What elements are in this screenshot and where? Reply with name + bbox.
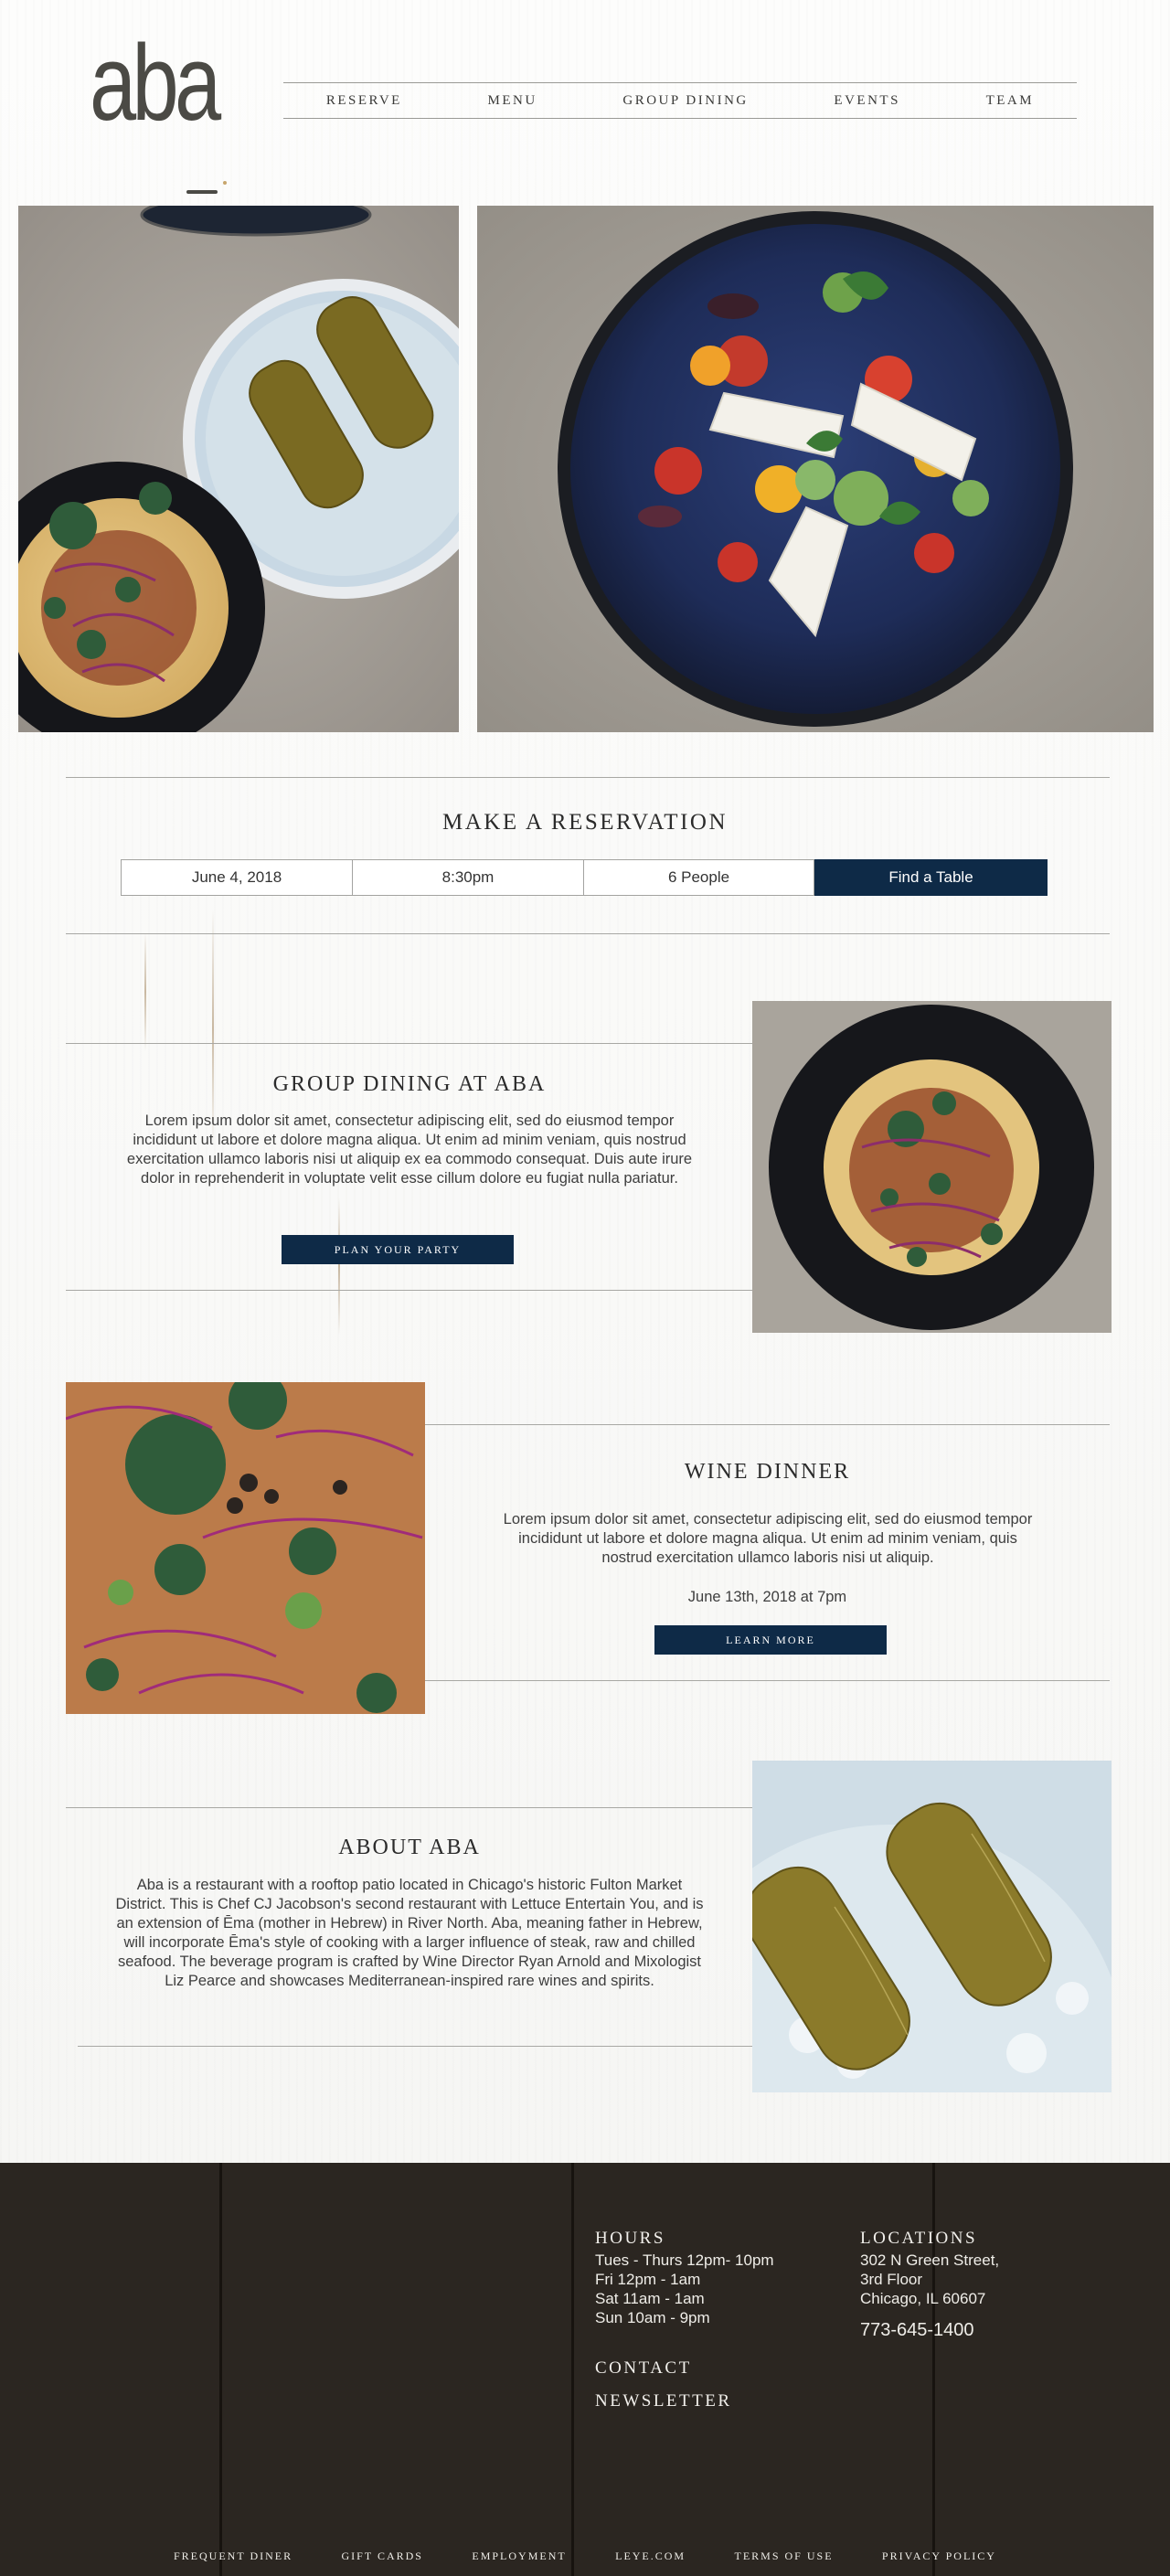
address-line: 302 N Green Street, (860, 2251, 1000, 2269)
about-title: ABOUT ABA (338, 1836, 481, 1859)
nav-item-menu[interactable]: MENU (488, 93, 537, 109)
about-photo-dolmas (752, 1761, 1112, 2092)
hero-image-dolmas-hummus (18, 206, 459, 732)
nav-item-team[interactable]: TEAM (986, 93, 1035, 109)
nav-item-reserve[interactable]: RESERVE (326, 93, 402, 109)
locations-heading: LOCATIONS (860, 2229, 978, 2248)
divider (78, 2046, 753, 2047)
wood-plank-seam (571, 2163, 574, 2576)
hours-heading: HOURS (595, 2229, 665, 2248)
hours-line: Tues - Thurs 12pm- 10pm (595, 2251, 774, 2269)
frequent-diner-link[interactable]: FREQUENT DINER (174, 2549, 292, 2563)
address-line: 3rd Floor (860, 2271, 923, 2288)
wood-crack (144, 932, 146, 1051)
newsletter-link[interactable]: NEWSLETTER (595, 2391, 732, 2411)
contact-link[interactable]: CONTACT (595, 2358, 692, 2379)
hero-image-salad (477, 206, 1154, 732)
address: 302 N Green Street, 3rd Floor Chicago, I… (860, 2251, 999, 2308)
date-picker[interactable]: June 4, 2018 (121, 859, 352, 896)
main-nav: RESERVE MENU GROUP DINING EVENTS TEAM (283, 82, 1077, 119)
footer-links: FREQUENT DINER GIFT CARDS EMPLOYMENT LEY… (174, 2549, 996, 2563)
address-line: Chicago, IL 60607 (860, 2290, 986, 2307)
time-select[interactable]: 8:30pm (352, 859, 583, 896)
group-dining-photo (752, 1001, 1112, 1333)
privacy-policy-link[interactable]: PRIVACY POLICY (882, 2549, 996, 2563)
wine-dinner-date: June 13th, 2018 at 7pm (687, 1589, 847, 1605)
group-dining-title: GROUP DINING AT ABA (272, 1072, 547, 1096)
hours-line: Sat 11am - 1am (595, 2290, 705, 2307)
nav-item-group-dining[interactable]: GROUP DINING (622, 93, 748, 109)
party-size-select[interactable]: 6 People (583, 859, 814, 896)
reservation-title: MAKE A RESERVATION (441, 810, 729, 835)
divider (66, 1290, 753, 1291)
footer (0, 2163, 1170, 2576)
divider (66, 777, 1110, 778)
wine-dinner-photo (66, 1382, 425, 1714)
leye-link[interactable]: LEYE.COM (615, 2549, 686, 2563)
divider (66, 1043, 753, 1044)
divider (66, 933, 1110, 934)
hours-line: Fri 12pm - 1am (595, 2271, 701, 2288)
wine-dinner-title: WINE DINNER (684, 1460, 851, 1484)
nav-item-events[interactable]: EVENTS (834, 93, 900, 109)
employment-link[interactable]: EMPLOYMENT (472, 2549, 566, 2563)
hours-line: Sun 10am - 9pm (595, 2309, 710, 2326)
wood-crack (338, 1198, 340, 1335)
gift-cards-link[interactable]: GIFT CARDS (342, 2549, 423, 2563)
divider (425, 1424, 1110, 1425)
find-table-button[interactable]: Find a Table (814, 859, 1048, 896)
wood-plank-seam (219, 2163, 222, 2576)
plan-party-button[interactable]: PLAN YOUR PARTY (282, 1235, 514, 1264)
logo-text: aba (90, 23, 221, 144)
logo-underline (186, 190, 218, 194)
wood-plank-seam (932, 2163, 935, 2576)
hours-list: Tues - Thurs 12pm- 10pm Fri 12pm - 1am S… (595, 2251, 774, 2327)
terms-of-use-link[interactable]: TERMS OF USE (735, 2549, 834, 2563)
divider (66, 1807, 753, 1808)
reservation-form: June 4, 2018 8:30pm 6 People Find a Tabl… (121, 859, 1048, 896)
about-text: Aba is a restaurant with a rooftop patio… (115, 1877, 704, 1989)
wine-dinner-text: Lorem ipsum dolor sit amet, consectetur … (503, 1511, 1033, 1566)
learn-more-button[interactable]: LEARN MORE (654, 1625, 887, 1655)
divider (425, 1680, 1110, 1681)
logo-accent-dot (223, 181, 227, 185)
logo[interactable]: aba (90, 29, 227, 194)
group-dining-text: Lorem ipsum dolor sit amet, consectetur … (126, 1112, 693, 1187)
phone-link[interactable]: 773-645-1400 (860, 2320, 974, 2341)
